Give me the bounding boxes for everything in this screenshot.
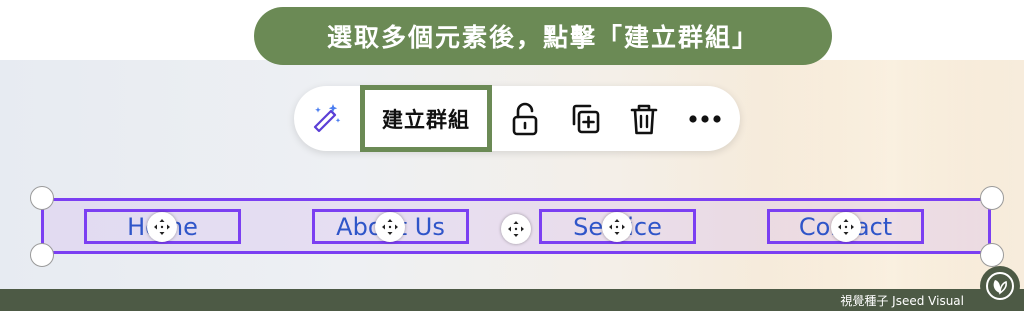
duplicate-icon[interactable] xyxy=(566,100,604,138)
magic-pencil-icon[interactable] xyxy=(306,100,344,138)
trash-icon[interactable] xyxy=(625,100,663,138)
more-icon[interactable] xyxy=(686,100,724,138)
resize-handle-top-left[interactable] xyxy=(30,186,54,210)
seed-logo-icon xyxy=(980,266,1020,306)
instruction-banner: 選取多個元素後，點擊「建立群組」 xyxy=(254,7,832,65)
instruction-text: 選取多個元素後，點擊「建立群組」 xyxy=(326,23,759,52)
resize-handle-bottom-right[interactable] xyxy=(980,243,1004,267)
unlock-icon[interactable] xyxy=(506,100,544,138)
move-handle-icon[interactable] xyxy=(375,212,405,242)
move-handle-icon[interactable] xyxy=(147,212,177,242)
footer-bar: 視覺種子 Jseed Visual xyxy=(0,289,1024,311)
move-handle-icon[interactable] xyxy=(831,212,861,242)
footer-brand: 視覺種子 Jseed Visual xyxy=(840,294,964,308)
resize-handle-bottom-left[interactable] xyxy=(30,243,54,267)
create-group-button[interactable]: 建立群組 xyxy=(360,85,492,152)
create-group-label: 建立群組 xyxy=(382,107,470,132)
floating-toolbar: 建立群組 xyxy=(294,85,740,152)
resize-handle-top-right[interactable] xyxy=(980,186,1004,210)
group-move-handle-icon[interactable] xyxy=(501,214,531,244)
move-handle-icon[interactable] xyxy=(602,212,632,242)
